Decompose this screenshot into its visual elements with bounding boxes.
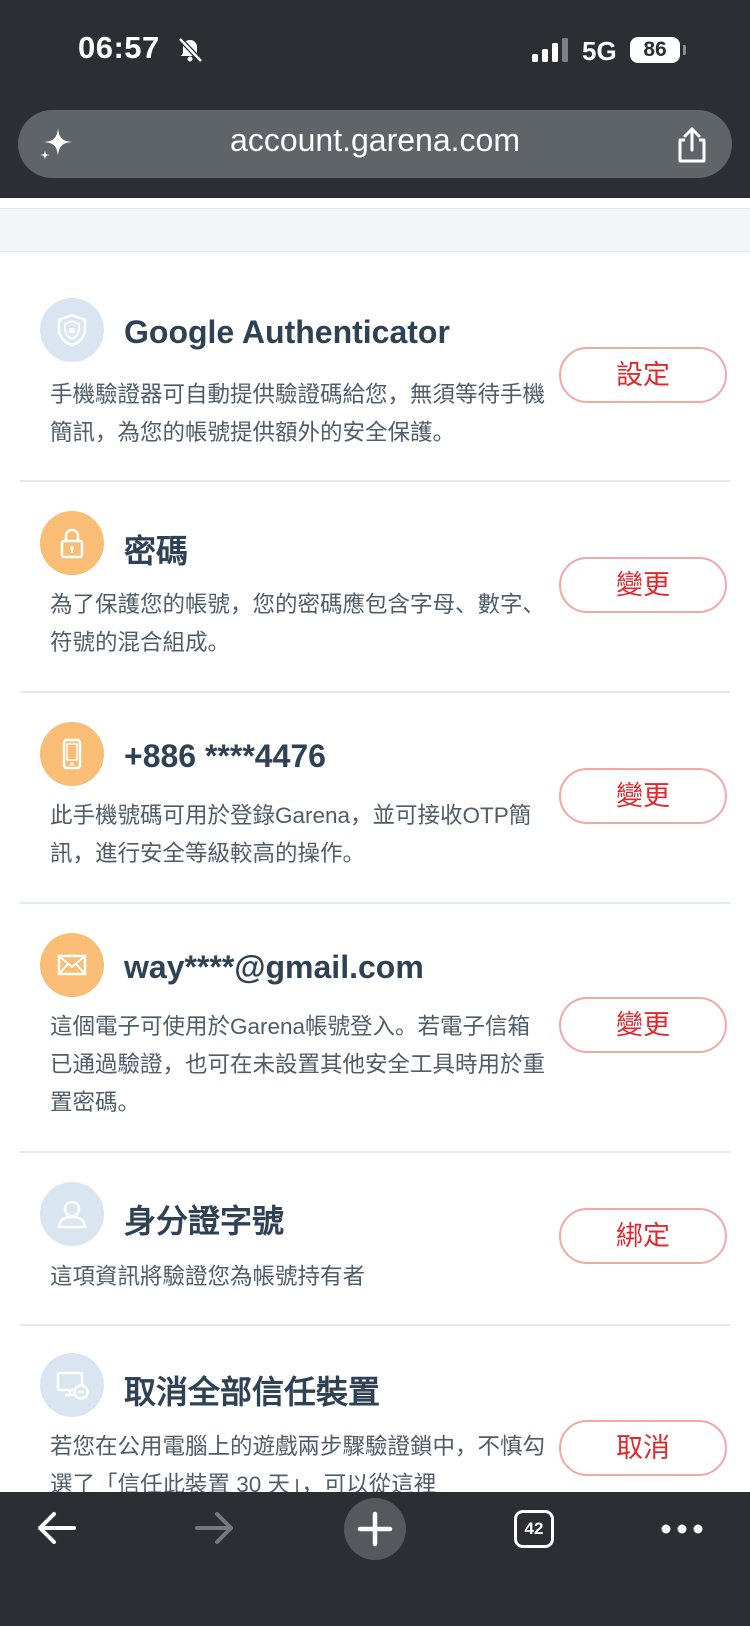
item-title: 密碼 [124,533,189,569]
item-title: 取消全部信任裝置 [124,1374,381,1410]
id-card-icon [40,1182,104,1246]
mail-icon [40,933,104,997]
plus-icon [357,1511,393,1547]
change-email-button[interactable]: 變更 [559,997,727,1053]
battery-indicator: 86 [630,37,686,63]
item-title: way****@gmail.com [124,949,424,985]
item-description: 此手機號碼可用於登錄Garena，並可接收OTP簡訊，進行安全等級較高的操作。 [50,803,532,866]
security-item-phone: +886 ****4476 此手機號碼可用於登錄Garena，並可接收OTP簡訊… [20,692,730,904]
sparkle-icon[interactable] [38,126,74,162]
share-icon[interactable] [674,126,710,164]
new-tab-button[interactable] [344,1498,406,1560]
security-item-password: 密碼 為了保護您的帳號，您的密碼應包含字母、數字、符號的混合組成。 變更 [20,481,730,693]
setup-button[interactable]: 設定 [559,347,727,403]
tabs-count-button[interactable]: 42 [514,1510,554,1548]
bind-id-button[interactable]: 綁定 [559,1208,727,1264]
security-item-id-number: 身分證字號 這項資訊將驗證您為帳號持有者 綁定 [20,1152,730,1326]
security-item-email: way****@gmail.com 這個電子可使用於Garena帳號登入。若電子… [20,903,730,1153]
shield-icon [40,298,104,362]
network-type: 5G [582,36,617,66]
item-description: 手機驗證器可自動提供驗證碼給您，無須等待手機簡訊，為您的帳號提供額外的安全保護。 [50,382,546,445]
url-text[interactable]: account.garena.com [150,122,600,159]
device-icon [40,1353,104,1417]
forward-arrow-icon[interactable] [193,1508,237,1548]
change-phone-button[interactable]: 變更 [559,768,727,824]
section-header-strip [0,208,750,252]
signal-icon [532,38,568,62]
item-title: Google Authenticator [124,314,450,350]
lock-icon [40,511,104,575]
item-title: 身分證字號 [124,1203,285,1239]
item-description: 這個電子可使用於Garena帳號登入。若電子信箱已通過驗證，也可在未設置其他安全… [50,1014,546,1115]
item-description: 這項資訊將驗證您為帳號持有者 [50,1264,366,1289]
back-arrow-icon[interactable] [34,1508,78,1548]
security-item-authenticator: Google Authenticator 手機驗證器可自動提供驗證碼給您，無須等… [20,250,730,482]
phone-icon [40,722,104,786]
cancel-trusted-devices-button[interactable]: 取消 [559,1420,727,1476]
change-password-button[interactable]: 變更 [559,557,727,613]
item-description: 為了保護您的帳號，您的密碼應包含字母、數字、符號的混合組成。 [50,592,546,655]
status-time: 06:57 [78,30,160,65]
item-title: +886 ****4476 [124,738,326,774]
bell-muted-icon [178,37,203,63]
more-options-icon[interactable] [660,1518,704,1540]
